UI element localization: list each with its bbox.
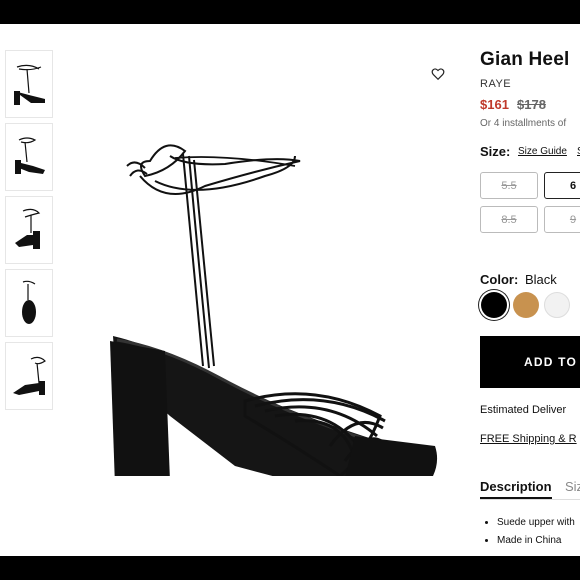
size-option-9[interactable]: 9 bbox=[544, 206, 580, 233]
size-option-5-5[interactable]: 5.5 bbox=[480, 172, 538, 199]
thumbnail-side-view[interactable] bbox=[5, 50, 53, 118]
top-letterbox bbox=[0, 0, 580, 24]
thumbnail-front-view[interactable] bbox=[5, 123, 53, 191]
installments-text: Or 4 installments of bbox=[480, 118, 567, 129]
thumbnail-back-view[interactable] bbox=[5, 196, 53, 264]
free-shipping-link[interactable]: FREE Shipping & R bbox=[480, 433, 577, 445]
size-option-6[interactable]: 6 bbox=[544, 172, 580, 199]
add-to-bag-button[interactable]: ADD TO bbox=[480, 336, 580, 388]
product-page: Gian Heel RAYE $161 $178 Or 4 installmen… bbox=[0, 24, 580, 556]
sandal-thumbnail-image bbox=[22, 280, 36, 324]
sale-price: $161 bbox=[480, 97, 509, 112]
product-main-image bbox=[110, 144, 438, 476]
tabs-divider bbox=[480, 499, 580, 500]
color-label: Color: bbox=[480, 272, 519, 287]
sandal-thumbnail-image bbox=[13, 356, 46, 395]
size-guide-link[interactable]: Size Guide bbox=[518, 146, 567, 157]
bottom-letterbox bbox=[0, 556, 580, 580]
original-price: $178 bbox=[517, 97, 546, 112]
heart-icon[interactable] bbox=[431, 67, 445, 81]
list-item: Suede upper with bbox=[497, 514, 575, 532]
sandal-thumbnail-image bbox=[14, 64, 45, 105]
description-list: Suede upper with Made in China bbox=[497, 514, 575, 550]
estimated-delivery-text: Estimated Deliver bbox=[480, 404, 567, 416]
size-label: Size: bbox=[480, 144, 511, 159]
selected-color: Black bbox=[525, 272, 557, 287]
brand-link[interactable]: RAYE bbox=[480, 78, 511, 90]
thumbnail-top-view[interactable] bbox=[5, 269, 53, 337]
tab-size[interactable]: Siz bbox=[565, 479, 580, 494]
thumbnail-detail-view[interactable] bbox=[5, 342, 53, 410]
list-item: Made in China bbox=[497, 532, 575, 550]
sandal-thumbnail-image bbox=[15, 208, 41, 249]
size-option-8-5[interactable]: 8.5 bbox=[480, 206, 538, 233]
swatch-black[interactable] bbox=[481, 292, 507, 318]
sandal-thumbnail-image bbox=[15, 137, 45, 174]
tab-description[interactable]: Description bbox=[480, 479, 552, 499]
swatch-white[interactable] bbox=[544, 292, 570, 318]
swatch-tan[interactable] bbox=[513, 292, 539, 318]
thumbnail-gallery bbox=[5, 50, 53, 415]
product-title: Gian Heel bbox=[480, 49, 570, 70]
